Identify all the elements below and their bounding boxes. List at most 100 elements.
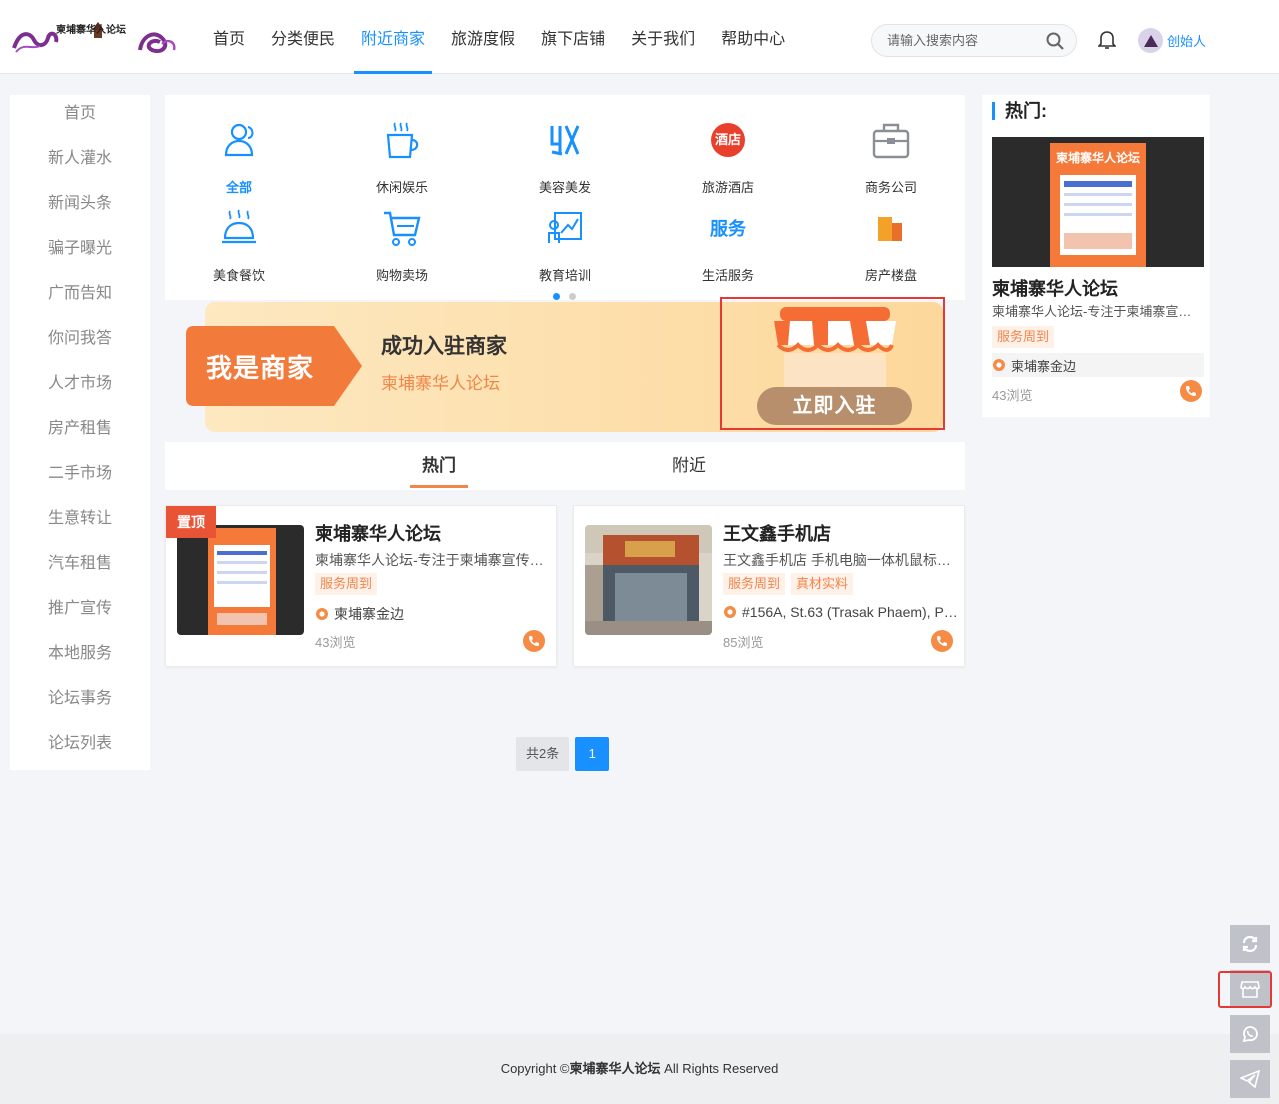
merchant-card[interactable]: 置顶 柬埔寨华人论坛 柬埔寨华人论坛-专注于柬埔寨宣传推广 服务周到 柬埔寨金边… (165, 505, 557, 667)
merchant-location: #156A, St.63 (Trasak Phaem), Phnom Penh (723, 604, 959, 620)
footer-site: 柬埔寨华人论坛 (569, 1061, 661, 1076)
refresh-button[interactable] (1230, 925, 1270, 963)
dish-icon (179, 205, 299, 251)
page-button[interactable]: 1 (575, 737, 610, 771)
nav-help[interactable]: 帮助中心 (708, 0, 798, 74)
join-now-button[interactable]: 立即入驻 (757, 387, 912, 425)
location-text: 柬埔寨金边 (1011, 358, 1077, 374)
footer-rights: All Rights Reserved (660, 1061, 779, 1076)
merchant-tags: 服务周到 真材实料 (723, 573, 859, 595)
merchant-thumbnail (585, 525, 712, 635)
location-icon (992, 358, 1006, 372)
top-header: 柬埔寨华人论坛 首页 分类便民 附近商家 旅游度假 旗下店铺 关于我们 帮助中心… (0, 0, 1279, 74)
category-leisure[interactable]: 休闲娱乐 (342, 117, 462, 196)
location-text: 柬埔寨金边 (334, 606, 404, 622)
merchant-card[interactable]: 王文鑫手机店 王文鑫手机店 手机电脑一体机鼠标键盘 服务周到 真材实料 #156… (573, 505, 965, 667)
phone-icon[interactable] (523, 630, 545, 652)
carousel-dots[interactable] (553, 293, 585, 300)
nav-travel[interactable]: 旅游度假 (438, 0, 528, 74)
service-icon: 服务 (668, 205, 788, 251)
merchant-location: 柬埔寨金边 (315, 604, 551, 624)
pagination-total: 共2条 (516, 737, 570, 771)
sidebar-item[interactable]: 骗子曝光 (10, 228, 150, 273)
search-box (871, 24, 1077, 57)
sidebar-item[interactable]: 二手市场 (10, 453, 150, 498)
briefcase-icon (831, 117, 951, 163)
whatsapp-button[interactable] (1230, 1015, 1270, 1053)
merchant-title[interactable]: 柬埔寨华人论坛 (315, 520, 441, 546)
category-all[interactable]: 全部 (179, 117, 299, 196)
main-nav: 首页 分类便民 附近商家 旅游度假 旗下店铺 关于我们 帮助中心 (200, 0, 798, 74)
category-label: 全部 (225, 180, 252, 195)
forum-sidebar: 首页 新人灌水 新闻头条 骗子曝光 广而告知 你问我答 人才市场 房产租售 二手… (10, 95, 150, 770)
hot-title[interactable]: 柬埔寨华人论坛 (992, 275, 1118, 301)
merchant-tags: 服务周到 (315, 573, 383, 595)
bell-icon[interactable] (1097, 30, 1117, 53)
category-beauty[interactable]: 美容美发 (505, 117, 625, 196)
merchant-thumbnail (177, 525, 304, 635)
category-hotel[interactable]: 酒店 旅游酒店 (668, 117, 788, 196)
merchant-title[interactable]: 王文鑫手机店 (723, 520, 831, 546)
sidebar-item[interactable]: 推广宣传 (10, 588, 150, 633)
sidebar-item[interactable]: 本地服务 (10, 633, 150, 678)
sidebar-item[interactable]: 人才市场 (10, 363, 150, 408)
category-services[interactable]: 服务 生活服务 (668, 205, 788, 284)
hot-desc: 柬埔寨华人论坛-专注于柬埔寨宣传推广 (992, 304, 1197, 319)
sidebar-item[interactable]: 论坛列表 (10, 723, 150, 768)
hotel-badge: 酒店 (711, 123, 745, 157)
banner-title: 成功入驻商家 (381, 335, 507, 358)
category-label: 美食餐饮 (212, 268, 265, 283)
search-icon[interactable] (1046, 32, 1064, 53)
category-education[interactable]: 教育培训 (505, 205, 625, 284)
hot-tag: 服务周到 (992, 326, 1055, 348)
category-business[interactable]: 商务公司 (831, 117, 951, 196)
sidebar-item[interactable]: 生意转让 (10, 498, 150, 543)
category-label: 教育培训 (538, 268, 591, 283)
sidebar-item[interactable]: 房产租售 (10, 408, 150, 453)
merchant-desc: 柬埔寨华人论坛-专注于柬埔寨宣传推广 (315, 552, 545, 568)
hotel-icon: 酒店 (668, 117, 788, 163)
sidebar-item-home[interactable]: 首页 (10, 93, 150, 138)
sidebar-item[interactable]: 广而告知 (10, 273, 150, 318)
merchant-desc: 王文鑫手机店 手机电脑一体机鼠标键盘 (723, 552, 953, 568)
category-food[interactable]: 美食餐饮 (179, 205, 299, 284)
nav-about[interactable]: 关于我们 (618, 0, 708, 74)
sidebar-item[interactable]: 新闻头条 (10, 183, 150, 228)
refresh-icon (1241, 935, 1259, 953)
category-real-estate[interactable]: 房产楼盘 (831, 205, 951, 284)
tab-nearby[interactable]: 附近 (672, 442, 706, 490)
search-input[interactable] (872, 25, 1032, 56)
view-count: 43浏览 (315, 635, 356, 650)
nav-home[interactable]: 首页 (200, 0, 258, 74)
category-label: 房产楼盘 (864, 268, 917, 283)
hot-image[interactable]: 柬埔寨华人论坛 (992, 137, 1204, 267)
telegram-button[interactable] (1230, 1060, 1270, 1098)
nav-classifieds[interactable]: 分类便民 (258, 0, 348, 74)
phone-icon[interactable] (1180, 380, 1202, 402)
logo-text: 柬埔寨华人论坛 (56, 25, 126, 36)
banner-subtitle: 柬埔寨华人论坛 (381, 374, 500, 393)
whatsapp-icon (1241, 1025, 1259, 1043)
nav-nearby-merchants[interactable]: 附近商家 (348, 0, 438, 74)
users-icon (179, 117, 299, 163)
store-button-highlight (1218, 971, 1272, 1008)
location-icon (315, 607, 329, 621)
sidebar-item[interactable]: 你问我答 (10, 318, 150, 363)
nav-shops[interactable]: 旗下店铺 (528, 0, 618, 74)
hot-location: 柬埔寨金边 (992, 353, 1204, 377)
user-menu[interactable]: 创始人 (1138, 28, 1206, 53)
sidebar-item[interactable]: 汽车租售 (10, 543, 150, 588)
sidebar-item[interactable]: 论坛事务 (10, 678, 150, 723)
sidebar-item[interactable]: 新人灌水 (10, 138, 150, 183)
merchant-tag: 服务周到 (315, 573, 378, 595)
merchant-tag: 服务周到 (723, 573, 786, 595)
phone-icon[interactable] (931, 630, 953, 652)
building-icon (831, 205, 951, 251)
category-shopping[interactable]: 购物卖场 (342, 205, 462, 284)
tab-hot[interactable]: 热门 (410, 442, 468, 490)
coffee-icon (342, 117, 462, 163)
merchant-tag-text: 我是商家 (206, 353, 315, 383)
service-badge: 服务 (710, 219, 746, 239)
merchant-tag: 我是商家 (186, 326, 362, 406)
category-label: 休闲娱乐 (375, 180, 428, 195)
